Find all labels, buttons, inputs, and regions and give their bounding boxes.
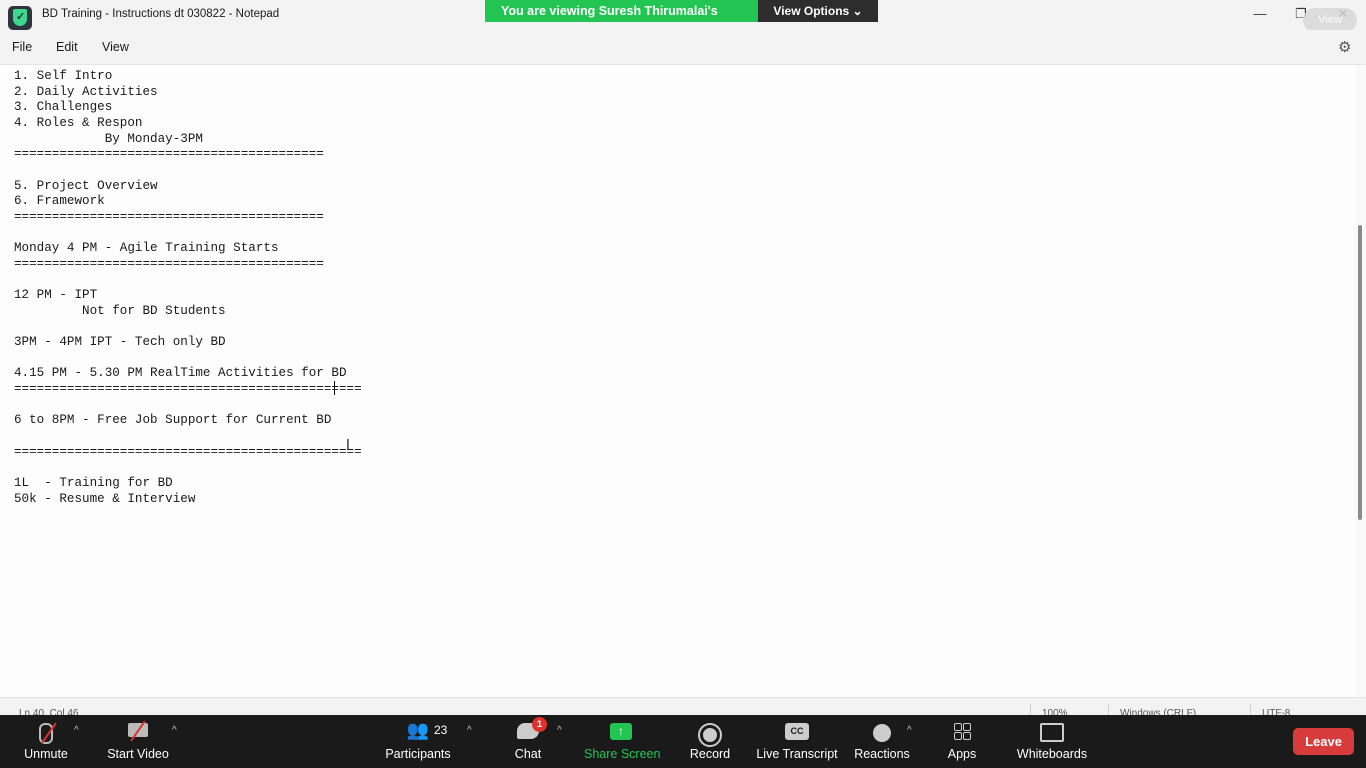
start-video-button[interactable]: Start Video	[104, 715, 172, 768]
zoom-shield-icon[interactable]: ✓	[8, 6, 32, 30]
scrollbar-thumb[interactable]	[1358, 225, 1362, 520]
text-editor[interactable]: 1. Self Intro 2. Daily Activities 3. Cha…	[0, 65, 1356, 697]
smiley-icon	[873, 724, 891, 742]
record-button[interactable]: Record	[686, 715, 734, 768]
whiteboard-icon	[1040, 723, 1064, 742]
apps-button[interactable]: Apps	[944, 715, 980, 768]
screen-share-banner: You are viewing Suresh Thirumalai's scre…	[485, 0, 878, 40]
menu-bar: File Edit View ⚙	[0, 30, 1366, 65]
menu-edit[interactable]: Edit	[56, 40, 78, 54]
microphone-muted-icon	[39, 722, 57, 744]
document-text[interactable]: 1. Self Intro 2. Daily Activities 3. Cha…	[14, 69, 362, 507]
text-caret	[334, 381, 335, 395]
menu-file[interactable]: File	[12, 40, 32, 54]
meeting-toolbar: Unmute ^ Start Video ^ 👥 23 Participants…	[0, 715, 1366, 768]
share-screen-icon: ↑	[610, 723, 632, 740]
chat-options-caret[interactable]: ^	[557, 725, 562, 736]
chat-unread-badge: 1	[532, 717, 547, 732]
reactions-options-caret[interactable]: ^	[907, 725, 912, 736]
participants-count: 23	[434, 723, 448, 737]
zoom-view-button[interactable]: View	[1303, 8, 1357, 32]
reactions-button[interactable]: Reactions	[854, 715, 910, 768]
live-transcript-button[interactable]: CC Live Transcript	[756, 715, 838, 768]
whiteboards-button[interactable]: Whiteboards	[1014, 715, 1090, 768]
audio-options-caret[interactable]: ^	[74, 725, 79, 736]
record-icon	[700, 725, 720, 745]
unmute-button[interactable]: Unmute	[18, 715, 74, 768]
ibeam-cursor-icon: I	[346, 438, 350, 453]
status-bar: Ln 40, Col 46 100% Windows (CRLF) UTF-8	[0, 697, 1366, 719]
share-screen-button[interactable]: ↑ Share Screen	[584, 715, 660, 768]
apps-grid-icon	[954, 723, 971, 740]
minimize-button[interactable]: —	[1243, 3, 1277, 25]
participants-icon: 👥	[406, 720, 430, 740]
participants-options-caret[interactable]: ^	[467, 725, 472, 736]
closed-caption-icon: CC	[785, 723, 809, 740]
video-off-icon	[128, 720, 148, 742]
leave-button[interactable]: Leave	[1293, 728, 1354, 755]
participants-button[interactable]: 👥 23 Participants	[384, 715, 452, 768]
gear-icon[interactable]: ⚙	[1338, 38, 1351, 56]
view-options-button[interactable]: View Options ⌄	[758, 0, 878, 22]
video-options-caret[interactable]: ^	[172, 725, 177, 736]
window-title: BD Training - Instructions dt 030822 - N…	[42, 8, 280, 20]
menu-view[interactable]: View	[102, 40, 129, 54]
share-banner-message: You are viewing Suresh Thirumalai's scre…	[485, 0, 758, 40]
